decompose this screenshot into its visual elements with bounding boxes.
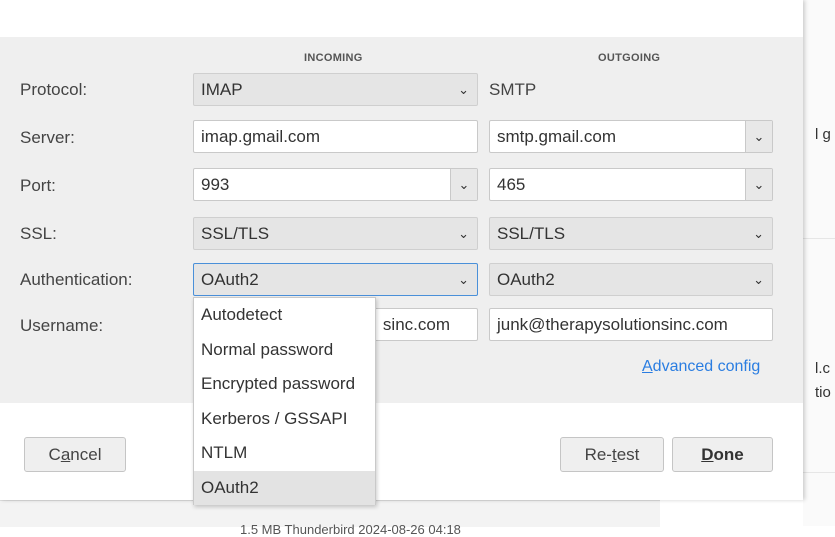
username-label: Username: (20, 316, 104, 335)
outgoing-server-combobox[interactable]: smtp.gmail.com ⌄ (489, 120, 773, 153)
outgoing-server-value: smtp.gmail.com (497, 127, 617, 146)
authentication-dropdown-menu: Autodetect Normal password Encrypted pas… (193, 297, 376, 505)
outgoing-ssl-select[interactable]: SSL/TLS ⌄ (489, 217, 773, 250)
incoming-server-input[interactable]: imap.gmail.com (193, 120, 478, 153)
auth-option-ntlm[interactable]: NTLM (194, 436, 375, 470)
outgoing-ssl-value: SSL/TLS (497, 224, 566, 243)
port-label: Port: (20, 176, 56, 195)
background-text: l g (815, 126, 831, 143)
outgoing-username-input[interactable]: junk@therapysolutionsinc.com (489, 308, 773, 341)
incoming-authentication-select[interactable]: OAuth2 ⌄ (193, 263, 478, 296)
done-button[interactable]: Done (672, 437, 773, 472)
ssl-label: SSL: (20, 224, 57, 243)
auth-option-autodetect[interactable]: Autodetect (194, 298, 375, 332)
outgoing-username-value: junk@therapysolutionsinc.com (497, 315, 728, 334)
background-window (803, 0, 835, 526)
outgoing-authentication-select[interactable]: OAuth2 ⌄ (489, 263, 773, 296)
outgoing-port-combobox[interactable]: 465 ⌄ (489, 168, 773, 201)
outgoing-protocol-value: SMTP (489, 80, 537, 99)
background-text: tio (815, 384, 831, 401)
background-text: l.c (815, 360, 830, 377)
background-status-text: 1.5 MB Thunderbird 2024-08-26 04:18 (240, 522, 461, 537)
incoming-protocol-select[interactable]: IMAP ⌄ (193, 73, 478, 106)
dialog-header (0, 0, 803, 37)
cancel-button[interactable]: Cancel (24, 437, 126, 472)
chevron-down-icon: ⌄ (753, 272, 764, 287)
incoming-ssl-select[interactable]: SSL/TLS ⌄ (193, 217, 478, 250)
outgoing-column-header: OUTGOING (598, 52, 661, 64)
chevron-down-icon[interactable]: ⌄ (745, 121, 772, 152)
incoming-ssl-value: SSL/TLS (201, 224, 270, 243)
protocol-label: Protocol: (20, 80, 88, 99)
incoming-authentication-value: OAuth2 (201, 270, 259, 289)
chevron-down-icon: ⌄ (753, 226, 764, 241)
account-setup-dialog: INCOMING OUTGOING Protocol: Server: Port… (0, 0, 803, 500)
auth-option-encrypted-password[interactable]: Encrypted password (194, 367, 375, 401)
retest-button[interactable]: Re-test (560, 437, 664, 472)
auth-option-kerberos[interactable]: Kerberos / GSSAPI (194, 402, 375, 436)
incoming-protocol-value: IMAP (201, 80, 243, 99)
incoming-username-value: sinc.com (382, 315, 450, 334)
chevron-down-icon: ⌄ (458, 226, 469, 241)
background-divider (803, 238, 835, 239)
background-divider (803, 472, 835, 473)
auth-option-normal-password[interactable]: Normal password (194, 333, 375, 367)
incoming-port-value: 993 (201, 175, 230, 194)
incoming-port-combobox[interactable]: 993 ⌄ (193, 168, 478, 201)
outgoing-authentication-value: OAuth2 (497, 270, 555, 289)
incoming-column-header: INCOMING (304, 52, 363, 64)
auth-option-oauth2[interactable]: OAuth2 (194, 471, 375, 505)
authentication-label: Authentication: (20, 270, 133, 289)
outgoing-port-value: 465 (497, 175, 526, 194)
chevron-down-icon: ⌄ (458, 272, 469, 287)
chevron-down-icon: ⌄ (458, 82, 469, 97)
incoming-server-value: imap.gmail.com (201, 127, 321, 146)
advanced-config-link[interactable]: Advanced config (642, 358, 760, 376)
chevron-down-icon[interactable]: ⌄ (745, 169, 772, 200)
chevron-down-icon[interactable]: ⌄ (450, 169, 477, 200)
server-label: Server: (20, 128, 75, 147)
